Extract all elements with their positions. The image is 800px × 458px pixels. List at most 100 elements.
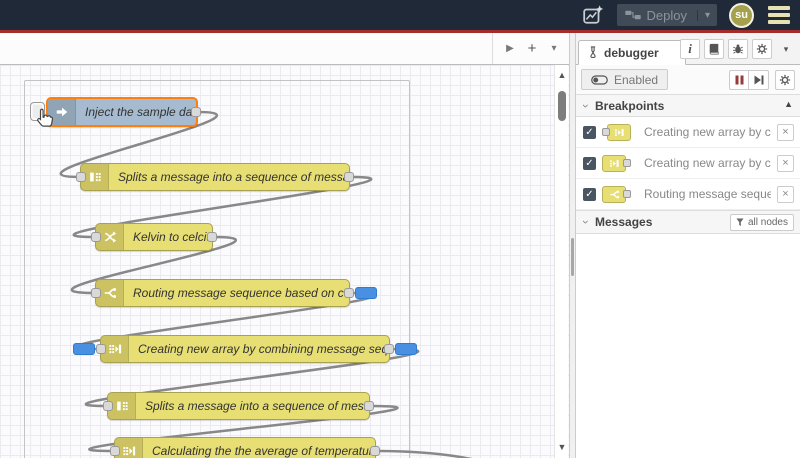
pause-button[interactable]: [729, 69, 749, 90]
breakpoint-checkbox[interactable]: ✓: [583, 125, 596, 139]
debugger-settings-button[interactable]: [775, 69, 795, 90]
delete-breakpoint-button[interactable]: ×: [777, 123, 794, 141]
filter-label: all nodes: [747, 216, 788, 228]
scroll-down-icon[interactable]: ▼: [555, 442, 569, 452]
breakpoint-row[interactable]: ✓ Routing message sequence based on cond…: [576, 179, 800, 210]
splitter-handle[interactable]: [571, 238, 574, 276]
input-port[interactable]: [91, 232, 101, 242]
flow-canvas[interactable]: Inject the sample data Splits a message …: [0, 65, 569, 458]
deploy-button[interactable]: Deploy ▾: [616, 4, 717, 26]
node-label: Splits a message into a sequence of mess…: [118, 170, 349, 184]
breakpoint-checkbox[interactable]: ✓: [583, 187, 596, 201]
node-split-2[interactable]: Splits a message into a sequence of mess…: [103, 392, 374, 420]
step-icon: [754, 75, 763, 84]
messages-section-header[interactable]: › Messages all nodes: [576, 210, 800, 234]
main-menu-icon[interactable]: [766, 2, 792, 28]
node-split-1[interactable]: Splits a message into a sequence of mess…: [76, 163, 354, 191]
node-label: Routing message sequence based on condit…: [133, 286, 349, 300]
breakpoint-row[interactable]: ✓ Creating new array by combining messag…: [576, 117, 800, 148]
node-label: Creating new array by combining message …: [138, 342, 389, 356]
message-filter-button[interactable]: all nodes: [729, 213, 794, 231]
sidebar-menu-caret-icon[interactable]: ▾: [776, 39, 796, 59]
node-join-2[interactable]: Calculating the the average of temperatu…: [110, 437, 380, 458]
debug-tab-button[interactable]: [728, 39, 748, 59]
funnel-icon: [736, 218, 744, 226]
sidebar: debugger i ▾ Enabled › Breakpoints ▲ ✓ C…: [576, 33, 800, 458]
output-port[interactable]: [384, 344, 394, 354]
gear-icon: [779, 74, 791, 85]
node-label: Splits a message into a sequence of mess…: [145, 399, 369, 413]
config-tab-button[interactable]: [752, 39, 772, 59]
deploy-label: Deploy: [646, 7, 687, 23]
tab-debugger[interactable]: debugger: [578, 40, 686, 65]
input-port[interactable]: [91, 288, 101, 298]
messages-list[interactable]: [576, 234, 800, 458]
add-flow-button[interactable]: +: [523, 39, 541, 59]
input-port[interactable]: [110, 446, 120, 456]
flask-icon: [590, 46, 596, 59]
output-port[interactable]: [191, 107, 201, 117]
node-label: Kelvin to celcius: [133, 230, 212, 244]
mini-node-join-input: [602, 123, 638, 141]
breakpoints-title: Breakpoints: [595, 98, 665, 113]
inject-icon: [48, 99, 76, 125]
node-inject[interactable]: Inject the sample data: [30, 97, 201, 127]
breakpoint-marker[interactable]: [355, 287, 377, 299]
output-port[interactable]: [364, 401, 374, 411]
bug-icon: [733, 44, 743, 54]
breakpoints-section-header[interactable]: › Breakpoints ▲: [576, 95, 800, 117]
enabled-label: Enabled: [614, 72, 659, 87]
debugger-toolbar: Enabled: [576, 65, 800, 95]
breakpoint-label: Creating new array by combining message …: [644, 156, 771, 170]
info-tab-button[interactable]: i: [680, 39, 700, 59]
tab-label: debugger: [604, 45, 659, 60]
input-port[interactable]: [96, 344, 106, 354]
breakpoint-label: Routing message sequence based on condit…: [644, 187, 771, 201]
book-icon: [709, 43, 719, 55]
step-button[interactable]: [749, 69, 769, 90]
tab-scroll-right-icon[interactable]: ▶: [501, 39, 519, 59]
breakpoint-checkbox[interactable]: ✓: [583, 156, 596, 170]
messages-title: Messages: [595, 215, 653, 229]
flow-assistant-icon[interactable]: [581, 3, 605, 27]
scrollbar-thumb[interactable]: [558, 91, 566, 121]
sidebar-tabbar: debugger i ▾: [576, 33, 800, 65]
scroll-up-icon[interactable]: ▲: [555, 70, 569, 80]
node-change[interactable]: Kelvin to celcius: [91, 223, 217, 251]
app-header: Deploy ▾ su: [0, 0, 800, 30]
canvas-vertical-scrollbar[interactable]: ▲ ▼: [554, 65, 568, 458]
node-join-1[interactable]: Creating new array by combining message …: [73, 335, 417, 363]
user-avatar[interactable]: su: [729, 2, 754, 28]
toggle-icon: [591, 74, 608, 85]
info-icon: i: [688, 41, 692, 56]
output-port[interactable]: [344, 172, 354, 182]
pause-icon: [735, 75, 743, 84]
node-switch[interactable]: Routing message sequence based on condit…: [91, 279, 377, 307]
mini-node-switch-output: [602, 185, 638, 203]
inject-trigger-button[interactable]: [30, 102, 45, 121]
breakpoint-marker[interactable]: [395, 343, 417, 355]
debugger-enabled-toggle[interactable]: Enabled: [581, 69, 669, 90]
collapse-chevron-icon[interactable]: ›: [579, 220, 593, 224]
output-port[interactable]: [370, 446, 380, 456]
input-port[interactable]: [103, 401, 113, 411]
breakpoint-label: Creating new array by combining message …: [644, 125, 771, 139]
output-port[interactable]: [207, 232, 217, 242]
delete-breakpoint-button[interactable]: ×: [777, 154, 794, 172]
collapse-chevron-icon[interactable]: ›: [579, 104, 593, 108]
breakpoint-row[interactable]: ✓ Creating new array by combining messag…: [576, 148, 800, 179]
deploy-nodes-icon: [624, 10, 641, 20]
gear-icon: [756, 43, 768, 55]
input-port[interactable]: [76, 172, 86, 182]
help-tab-button[interactable]: [704, 39, 724, 59]
workspace-tabbar: ▶ + ▾: [0, 33, 569, 65]
node-label: Calculating the the average of temperatu…: [152, 444, 375, 458]
delete-breakpoint-button[interactable]: ×: [777, 185, 794, 203]
node-label: Inject the sample data: [85, 105, 196, 119]
panel-scroll-up-icon[interactable]: ▲: [784, 99, 793, 109]
output-port[interactable]: [344, 288, 354, 298]
flow-list-caret-icon[interactable]: ▾: [545, 39, 563, 59]
sidebar-splitter[interactable]: [569, 33, 576, 458]
breakpoint-marker[interactable]: [73, 343, 95, 355]
deploy-dropdown-caret[interactable]: ▾: [696, 9, 717, 21]
